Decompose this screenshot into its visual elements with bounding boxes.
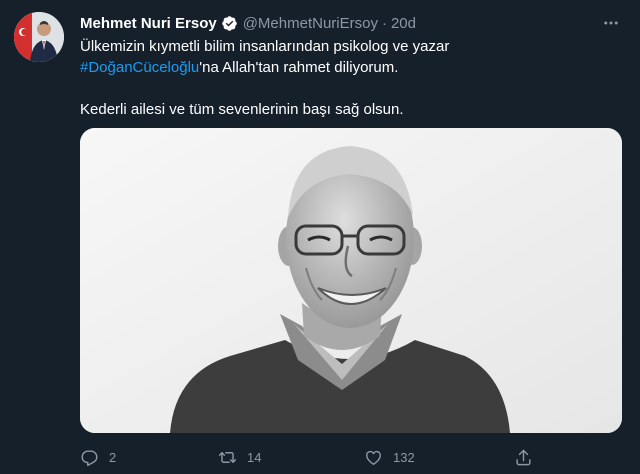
tweet-header: Mehmet Nuri Ersoy @MehmetNuriErsoy · 20d (80, 12, 416, 34)
reply-button[interactable]: 2 (80, 444, 116, 470)
author-handle[interactable]: @MehmetNuriErsoy (243, 15, 378, 32)
separator-dot: · (381, 14, 387, 32)
retweet-icon (218, 448, 237, 467)
verified-badge-icon (221, 15, 238, 32)
tweet-text-line-2: #DoğanCüceloğlu'na Allah'tan rahmet dili… (80, 57, 620, 78)
tweet-text: Ülkemizin kıymetli bilim insanlarından p… (80, 36, 620, 120)
timestamp[interactable]: 20d (391, 15, 416, 32)
more-dots-icon[interactable] (600, 12, 622, 34)
reply-count: 2 (109, 449, 117, 465)
tweet[interactable]: Mehmet Nuri Ersoy @MehmetNuriErsoy · 20d… (0, 0, 640, 474)
heart-icon (364, 448, 383, 467)
author-name[interactable]: Mehmet Nuri Ersoy (80, 15, 217, 32)
like-count: 132 (393, 449, 415, 465)
tweet-photo[interactable] (80, 128, 622, 433)
retweet-button[interactable]: 14 (218, 444, 261, 470)
tweet-text-line-1: Ülkemizin kıymetli bilim insanlarından p… (80, 38, 450, 55)
hashtag-link[interactable]: #DoğanCüceloğlu (80, 59, 199, 76)
like-button[interactable]: 132 (364, 444, 415, 470)
tweet-text-line-3: Kederli ailesi ve tüm sevenlerinin başı … (80, 101, 404, 118)
share-button[interactable] (514, 444, 533, 470)
share-icon (514, 448, 533, 467)
tweet-text-line-2-rest: 'na Allah'tan rahmet diliyorum. (199, 59, 399, 76)
retweet-count: 14 (247, 449, 262, 465)
reply-icon (80, 448, 99, 467)
tweet-actions: 2 14 132 (80, 444, 540, 470)
avatar[interactable] (14, 12, 64, 62)
